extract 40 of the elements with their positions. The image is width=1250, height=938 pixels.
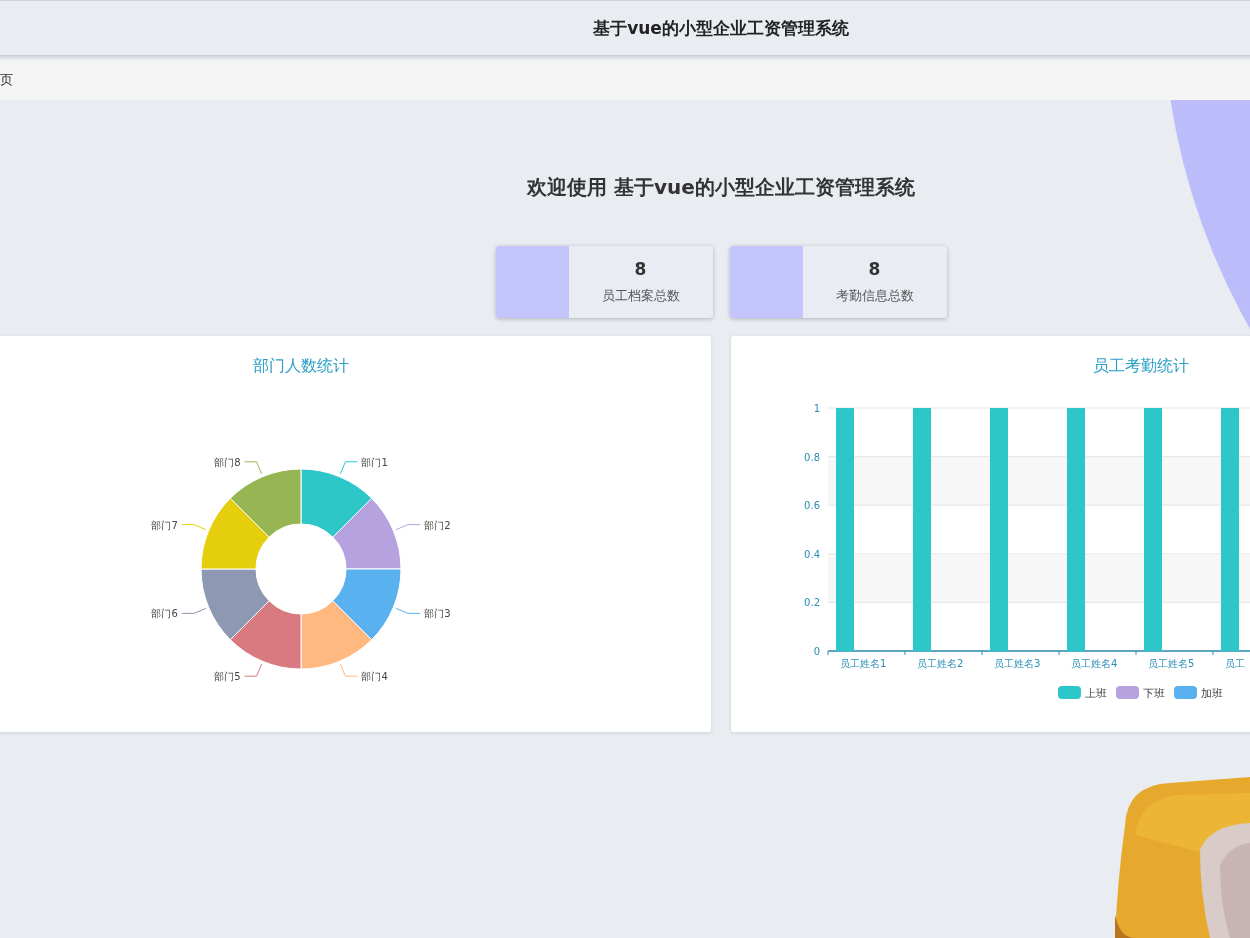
axis-label: 员工 xyxy=(1225,658,1245,669)
axis-label: 员工姓名2 xyxy=(917,658,964,669)
axis-label: 0.2 xyxy=(804,597,820,609)
stat-value: 8 xyxy=(634,259,647,279)
leader-line xyxy=(244,663,263,677)
slice-label: 部门7 xyxy=(151,519,178,531)
slice-label: 部门1 xyxy=(361,456,388,468)
breadcrumb-link[interactable]: 页 xyxy=(0,71,13,89)
welcome-heading: 欢迎使用 基于vue的小型企业工资管理系统 xyxy=(525,174,916,201)
legend-label: 下班 xyxy=(1143,687,1165,700)
slice-label: 部门5 xyxy=(214,671,241,683)
leader-line xyxy=(395,607,421,614)
leader-line xyxy=(244,461,263,475)
leader-line xyxy=(339,663,358,677)
stat-label: 员工档案总数 xyxy=(601,287,680,305)
slice-label: 部门4 xyxy=(361,671,388,683)
chart-title: 员工考勤统计 xyxy=(1093,355,1189,377)
axis-label: 员工姓名1 xyxy=(840,658,887,669)
slice-label: 部门2 xyxy=(424,519,451,531)
slice-label: 部门6 xyxy=(151,608,178,620)
legend-label: 加班 xyxy=(1201,687,1223,700)
leader-line xyxy=(339,461,358,475)
chart-title: 部门人数统计 xyxy=(253,355,349,377)
axis-label: 0.4 xyxy=(804,548,820,560)
axis-label: 员工姓名4 xyxy=(1071,658,1118,669)
axis-label: 员工姓名5 xyxy=(1148,658,1195,669)
axis-label: 0.6 xyxy=(804,500,820,512)
stat-label: 考勤信息总数 xyxy=(835,287,914,305)
leader-line xyxy=(181,524,207,531)
axis-label: 员工姓名3 xyxy=(994,658,1041,669)
stat-value: 8 xyxy=(868,259,881,279)
axis-label: 1 xyxy=(813,403,820,414)
leader-line xyxy=(181,607,207,614)
axis-label: 0.8 xyxy=(804,451,820,463)
legend-label: 上班 xyxy=(1085,687,1107,700)
slice-label: 部门3 xyxy=(424,608,451,620)
axis-label: 0 xyxy=(813,646,820,657)
app-title: 基于vue的小型企业工资管理系统 xyxy=(593,16,849,40)
slice-label: 部门8 xyxy=(214,456,241,468)
leader-line xyxy=(395,524,421,531)
